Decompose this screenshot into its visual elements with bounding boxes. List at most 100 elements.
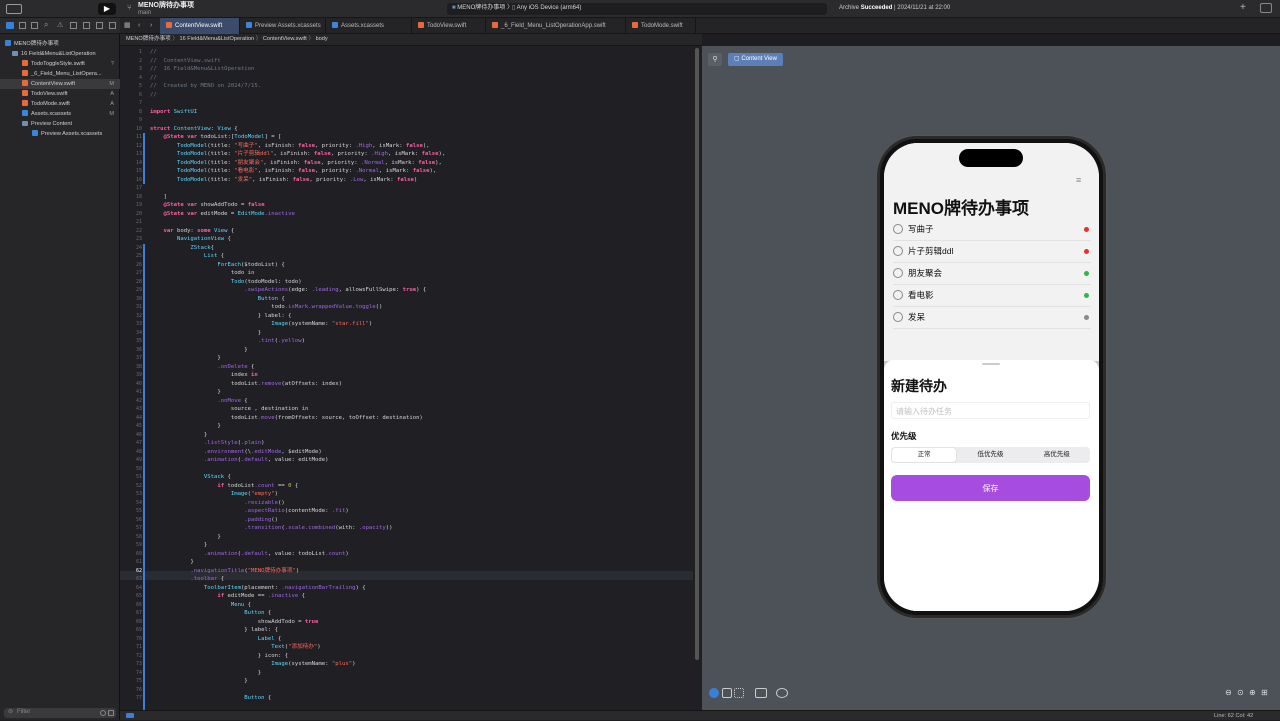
code-line[interactable]: } <box>150 541 207 550</box>
priority-segment[interactable]: 低优先级 <box>958 448 1022 462</box>
code-line[interactable]: } <box>150 431 207 440</box>
todo-input[interactable]: 请输入待办任务 <box>891 402 1090 419</box>
code-line[interactable]: todo.isMark.wrappedValue.toggle() <box>150 303 382 312</box>
todo-row[interactable]: 写曲子 <box>893 219 1091 241</box>
code-line[interactable]: VStack { <box>150 473 231 482</box>
navigator-item[interactable]: MENO牌待办事项 <box>0 39 120 49</box>
code-line[interactable]: } <box>150 677 247 686</box>
zoom-100-icon[interactable]: ⊞ <box>1261 688 1268 697</box>
recent-files-icon[interactable] <box>100 710 106 716</box>
code-line[interactable]: source , destination in <box>150 405 309 414</box>
priority-segmented-control[interactable]: 正常 低优先级 高优先级 <box>891 447 1090 463</box>
code-line[interactable]: } <box>150 533 220 542</box>
code-line[interactable]: import SwiftUI <box>150 108 197 117</box>
debug-area-toggle-icon[interactable] <box>126 713 134 718</box>
checkbox-circle-icon[interactable] <box>893 312 903 322</box>
run-button[interactable]: ▶ <box>98 3 116 15</box>
report-icon[interactable] <box>109 22 116 29</box>
forward-icon[interactable]: › <box>150 21 152 30</box>
code-line[interactable]: Label { <box>150 635 282 644</box>
code-line[interactable]: TodoModel(title: "朋友聚会", isFinish: false… <box>150 159 442 168</box>
code-line[interactable]: ForEach($todoList) { <box>150 261 284 270</box>
menu-icon[interactable]: ≡ <box>1076 176 1086 185</box>
editor-tab[interactable]: Preview Assets.xcassets <box>240 18 326 34</box>
code-line[interactable]: // <box>150 48 157 57</box>
breadcrumb[interactable]: ContentView.swift <box>263 36 307 42</box>
code-line[interactable]: .swipeActions(edge: .leading, allowsFull… <box>150 286 426 295</box>
editor-grid-icon[interactable]: ▦ <box>124 21 131 30</box>
code-line[interactable]: Image(systemName: "star.fill") <box>150 320 372 329</box>
breadcrumb[interactable]: 16 Field&Menu&ListOperation <box>179 36 254 42</box>
editor-tab[interactable]: _6_Field_Menu_ListOperationApp.swift <box>486 18 626 34</box>
save-button[interactable]: 保存 <box>891 475 1090 501</box>
editor-tab[interactable]: Assets.xcassets <box>326 18 412 34</box>
code-line[interactable]: } icon: { <box>150 652 288 661</box>
zoom-out-icon[interactable]: ⊖ <box>1225 688 1232 697</box>
code-line[interactable]: if editMode == .inactive { <box>150 592 305 601</box>
code-line[interactable]: ZStack{ <box>150 244 214 253</box>
checkbox-circle-icon[interactable] <box>893 268 903 278</box>
symbol-icon[interactable] <box>31 22 38 29</box>
code-line[interactable]: // <box>150 74 157 83</box>
code-line[interactable]: } label: { <box>150 312 292 321</box>
code-line[interactable]: showAddTodo = true <box>150 618 319 627</box>
add-icon[interactable]: + <box>1240 2 1246 13</box>
sheet-grabber[interactable] <box>982 363 1000 365</box>
code-line[interactable]: } <box>150 354 220 363</box>
code-line[interactable]: var body: some View { <box>150 227 234 236</box>
code-line[interactable]: todoList.remove(atOffsets: index) <box>150 380 342 389</box>
navigator-item[interactable]: TodoToggleStyle.swift? <box>0 59 120 69</box>
navigator-filter[interactable]: ⊜ Filter <box>4 708 116 718</box>
code-line[interactable]: .transition(.scale.combined(with: .opaci… <box>150 524 392 533</box>
editor-tab[interactable]: ContentView.swift <box>160 18 240 34</box>
device-settings-icon[interactable] <box>755 688 767 698</box>
code-line[interactable]: if todoList.count == 0 { <box>150 482 298 491</box>
device-icon[interactable] <box>776 688 788 698</box>
code-line[interactable]: .listStyle(.plain) <box>150 439 265 448</box>
code-line[interactable]: } <box>150 388 220 397</box>
code-line[interactable]: // <box>150 91 157 100</box>
live-preview-icon[interactable] <box>709 688 719 698</box>
code-line[interactable]: } <box>150 346 247 355</box>
code-line[interactable]: // Created by MENO on 2024/7/15. <box>150 82 261 91</box>
issue-icon[interactable]: ⚠ <box>57 21 63 29</box>
navigator-item[interactable]: Assets.xcassets M <box>0 109 120 119</box>
navigator-item[interactable]: TodoView.swift A <box>0 89 120 99</box>
code-line[interactable]: Text("添加待办") <box>150 643 320 652</box>
code-line[interactable]: } <box>150 558 193 567</box>
code-line[interactable]: .aspectRatio(contentMode: .fit) <box>150 507 348 516</box>
priority-segment[interactable]: 高优先级 <box>1025 448 1089 462</box>
navigator-item[interactable]: ContentView.swift M <box>0 79 120 89</box>
navigator-item[interactable]: Preview Content <box>0 119 120 129</box>
code-line[interactable]: index in <box>150 371 258 380</box>
zoom-fit-icon[interactable]: ⊙ <box>1237 688 1244 697</box>
find-icon[interactable]: ⌕ <box>44 20 48 30</box>
todo-row[interactable]: 片子剪辑ddl <box>893 241 1091 263</box>
code-line[interactable]: Button { <box>150 295 285 304</box>
code-line[interactable]: .padding() <box>150 516 278 525</box>
zoom-in-icon[interactable]: ⊕ <box>1249 688 1256 697</box>
code-line[interactable]: TodoModel(title: "发呆", isFinish: false, … <box>150 176 417 185</box>
code-line[interactable]: } label: { <box>150 626 278 635</box>
editor-tab[interactable]: TodoView.swift <box>412 18 486 34</box>
code-line[interactable]: Image(systemName: "plus") <box>150 660 355 669</box>
back-icon[interactable]: ‹ <box>138 21 140 30</box>
editor-scrollbar[interactable] <box>695 48 699 660</box>
navigator-item[interactable]: TodoMode.swift A <box>0 99 120 109</box>
checkbox-circle-icon[interactable] <box>893 224 903 234</box>
code-line[interactable]: .onMove { <box>150 397 247 406</box>
selectable-icon[interactable] <box>722 688 732 698</box>
code-line[interactable]: @State var editMode = EditMode.inactive <box>150 210 294 219</box>
code-line[interactable]: ToolbarItem(placement: .navigationBarTra… <box>150 584 366 593</box>
inspector-toggle-icon[interactable] <box>1260 3 1272 13</box>
code-line[interactable]: TodoModel(title: "写曲子", isFinish: false,… <box>150 142 430 151</box>
breadcrumb[interactable]: MENO牌待办事项 <box>126 36 171 42</box>
test-icon[interactable] <box>70 22 77 29</box>
code-line[interactable]: .environment(\.editMode, $editMode) <box>150 448 322 457</box>
navigator-item[interactable]: _6_Field_Menu_ListOpera... <box>0 69 120 79</box>
priority-segment[interactable]: 正常 <box>892 448 957 462</box>
code-line[interactable]: .animation(.default, value: editMode) <box>150 456 329 465</box>
todo-row[interactable]: 发呆 <box>893 307 1091 329</box>
breadcrumb[interactable]: body <box>316 36 328 42</box>
code-line[interactable]: // ContentView.swift <box>150 57 221 66</box>
